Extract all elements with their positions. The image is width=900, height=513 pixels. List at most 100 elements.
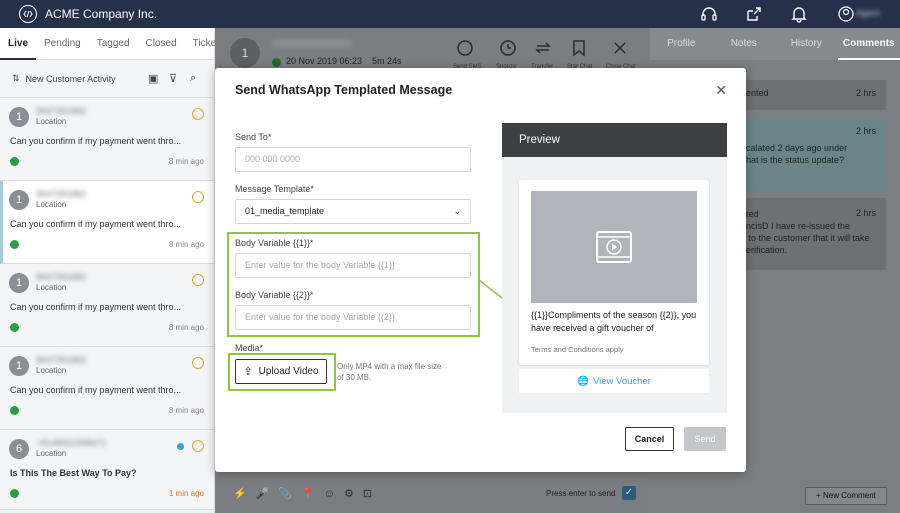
last-message: Can you confirm if my payment went thro.… — [10, 385, 182, 395]
comment-time: 2 hrs — [855, 208, 876, 218]
preview-panel: Preview {{1}}Compliments of the season {… — [502, 123, 727, 413]
contact-name: 9647391882 — [36, 106, 87, 116]
tab-closed[interactable]: Closed — [138, 28, 185, 60]
chat-duration: 5m 24s — [372, 56, 402, 66]
preview-body-text: {{1}}Compliments of the season {{2}}, yo… — [531, 310, 697, 333]
contact-name: 9647391882 — [36, 272, 87, 282]
contact-location: Location — [36, 283, 67, 292]
tab-history[interactable]: History — [775, 28, 838, 60]
transfer-button[interactable]: Transfer — [531, 38, 563, 70]
tab-comments[interactable]: Comments — [837, 28, 900, 60]
new-comment-button[interactable]: + New Comment — [805, 487, 887, 505]
top-bar: ACME Company Inc. Agent — [0, 0, 900, 28]
share-icon[interactable] — [745, 5, 763, 23]
close-icon[interactable]: ✕ — [715, 82, 727, 99]
whatsapp-icon — [10, 489, 19, 498]
conversation-item[interactable]: 6 +9148931998471 Location Is This The Be… — [0, 430, 214, 510]
filter-icon[interactable]: ⊽ — [169, 72, 177, 85]
avatar: 1 — [9, 190, 29, 210]
message-time: 1 min ago — [168, 489, 204, 498]
comment-time: 2 hrs — [855, 126, 876, 136]
tab-pending[interactable]: Pending — [36, 28, 89, 60]
contact-location: Location — [36, 366, 67, 375]
search-icon[interactable]: ⌕ — [190, 72, 196, 85]
smiley-icon — [192, 108, 204, 120]
smiley-icon — [192, 191, 204, 203]
whatsapp-icon — [272, 58, 281, 67]
tab-live[interactable]: Live — [0, 28, 37, 60]
last-message: Can you confirm if my payment went thro.… — [10, 219, 182, 229]
avatar: 1 — [9, 107, 29, 127]
template-value: 01_media_template — [245, 206, 325, 216]
enter-to-send-checkbox[interactable]: ✓ — [622, 486, 636, 500]
preview-message-card: {{1}}Compliments of the season {{2}}, yo… — [519, 180, 709, 365]
comment-item: ented 2 hrs — [738, 80, 886, 110]
var1-input[interactable]: Enter value for the body Variable {{1}} — [235, 253, 471, 278]
avatar: 1 — [9, 273, 29, 293]
avatar: 6 — [9, 439, 29, 459]
star-chat-button[interactable]: Star Chat — [567, 38, 599, 70]
unread-dot — [177, 443, 184, 450]
conversation-list-panel: Live Pending Tagged Closed Tickets ⇅ New… — [0, 28, 224, 513]
comment-item: ted ncisD I have re-issued the to the cu… — [738, 198, 886, 270]
user-menu[interactable]: Agent — [838, 5, 884, 23]
archive-icon[interactable]: ▣ — [148, 72, 158, 85]
conversation-item[interactable]: 1 9647391882 Location Can you confirm if… — [0, 98, 214, 181]
composer-toolbar[interactable]: ⚡🎤📎📍☺⚙⊡ — [233, 487, 381, 500]
view-voucher-button[interactable]: 🌐 View Voucher — [519, 369, 709, 393]
conversation-item[interactable]: 1 9647391882 Location Can you confirm if… — [0, 181, 214, 264]
whatsapp-icon — [10, 240, 19, 249]
var1-label: Body Variable {{1}}* — [235, 238, 314, 248]
whatsapp-icon — [10, 157, 19, 166]
contact-name: +9148931998471 — [36, 438, 107, 448]
chevron-down-icon: ⌄ — [453, 206, 461, 216]
comment-item: calated 2 days ago under hat is the stat… — [738, 118, 886, 190]
chat-date: 20 Nov 2019 06:23 — [286, 56, 363, 66]
message-time: 8 min ago — [168, 240, 204, 249]
filter-label: New Customer Activity — [25, 73, 116, 84]
conversation-tabs: Live Pending Tagged Closed Tickets — [0, 28, 224, 60]
last-message: Is This The Best Way To Pay? — [10, 468, 137, 478]
cancel-button[interactable]: Cancel — [625, 427, 674, 451]
send-button[interactable]: Send — [684, 427, 726, 451]
contact-name: 9647391882 — [36, 355, 87, 365]
tab-profile[interactable]: Profile — [650, 28, 713, 60]
view-voucher-label: View Voucher — [592, 375, 651, 387]
whatsapp-template-modal: Send WhatsApp Templated Message ✕ Send T… — [215, 68, 746, 472]
preview-title: Preview — [502, 123, 727, 157]
conversation-item[interactable]: 1 9647391882 Location Can you confirm if… — [0, 264, 214, 347]
activity-filter[interactable]: ⇅ New Customer Activity ▣ ⊽ ⌕ — [0, 60, 214, 98]
video-placeholder-icon — [531, 191, 697, 303]
close-chat-button[interactable]: Close Chat — [606, 38, 640, 70]
tab-notes[interactable]: Notes — [713, 28, 776, 60]
avatar: 1 — [230, 38, 260, 68]
upload-label: Upload Video — [258, 366, 319, 377]
template-select[interactable]: 01_media_template ⌄ — [235, 199, 471, 224]
app-name: ACME Company Inc. — [45, 7, 158, 21]
company-logo-icon — [19, 5, 37, 23]
message-time: 8 min ago — [168, 323, 204, 332]
contact-location: Location — [36, 449, 67, 458]
upload-hint: Only MP4 with a max file size of 30 MB. — [337, 362, 442, 382]
message-time: 8 min ago — [168, 406, 204, 415]
upload-video-button[interactable]: ⇪ Upload Video — [235, 359, 327, 384]
tab-tagged[interactable]: Tagged — [89, 28, 138, 60]
snooze-button[interactable]: Snooze — [496, 38, 528, 70]
send-to-input[interactable]: 000 000 0000 — [235, 147, 471, 172]
avatar: 1 — [9, 356, 29, 376]
last-message: Can you confirm if my payment went thro.… — [10, 302, 182, 312]
comment-text: calated 2 days ago under hat is the stat… — [746, 143, 848, 165]
headset-icon[interactable] — [700, 5, 718, 23]
bell-icon[interactable] — [790, 5, 808, 23]
smiley-icon — [192, 357, 204, 369]
send-hint: Press enter to send — [546, 489, 616, 498]
smiley-icon — [192, 274, 204, 286]
comment-text: ted ncisD I have re-issued the to the cu… — [746, 209, 870, 255]
comment-time: 2 hrs — [855, 88, 876, 98]
send-sms-button[interactable]: Send SMS — [453, 38, 485, 70]
var2-input[interactable]: Enter value for the body Variable {{2}} — [235, 305, 471, 330]
contact-name — [272, 39, 352, 48]
conversation-item[interactable]: 1 9647391882 Location Can you confirm if… — [0, 347, 214, 430]
var2-label: Body Variable {{2}}* — [235, 290, 314, 300]
media-label: Media* — [235, 343, 264, 353]
